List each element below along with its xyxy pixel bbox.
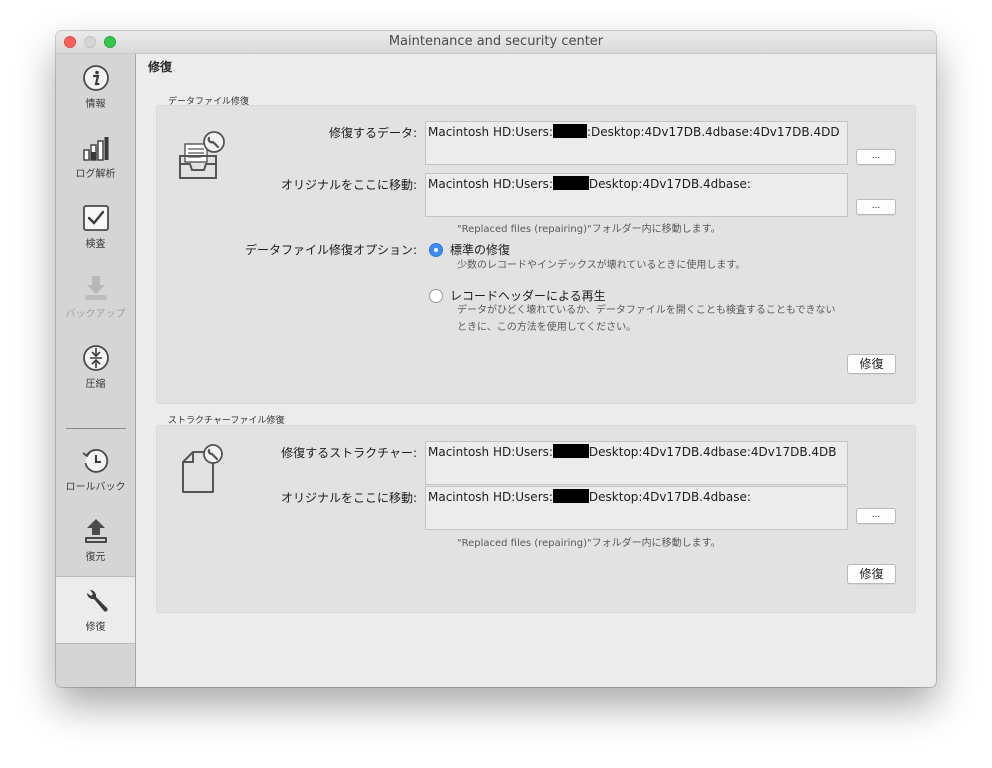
sidebar-item-label: バックアップ [65, 309, 126, 320]
compress-icon [82, 345, 109, 371]
path-suffix: Desktop:4Dv17DB.4dbase: [588, 177, 751, 191]
structure-original-move-label: オリジナルをここに移動: [280, 491, 417, 505]
sidebar-item-compact[interactable]: 圧縮 [56, 334, 135, 402]
sidebar-item-info[interactable]: 情報 [56, 54, 135, 122]
sidebar-item-backup[interactable]: バックアップ [56, 264, 135, 332]
repair-data-browse-button[interactable]: ... [856, 149, 896, 165]
option-standard-radio[interactable] [429, 243, 443, 257]
original-move-path-field[interactable]: Macintosh HD:Users: Desktop:4Dv17DB.4dbas… [425, 173, 848, 217]
content-area: 修復 データファイル修復 修復するデータ: Macintosh HD:Users… [136, 54, 936, 687]
structure-repair-panel: 修復するストラクチャー: Macintosh HD:Users: Desktop:… [156, 425, 916, 613]
option-standard-label[interactable]: 標準の修復 [450, 241, 510, 258]
sidebar-item-verify[interactable]: 検査 [56, 194, 135, 262]
sidebar-item-log-analysis[interactable]: ログ解析 [56, 124, 135, 192]
sidebar-item-label: 復元 [85, 552, 106, 563]
sidebar-item-label: ロールバック [65, 482, 126, 493]
repair-structure-button[interactable]: 修復 [847, 564, 896, 584]
upload-icon [84, 519, 107, 543]
sidebar-item-restore[interactable]: 復元 [56, 507, 135, 575]
option-standard-description: 少数のレコードやインデックスが壊れているときに使用します。 [457, 260, 746, 271]
history-icon [81, 448, 108, 473]
download-icon [84, 276, 107, 300]
path-prefix: Macintosh HD:Users: [428, 177, 553, 191]
redacted-username [552, 124, 587, 138]
path-suffix: :Desktop:4Dv17DB.4dbase:4Dv17DB.4DD [586, 125, 840, 139]
structure-original-move-path-field[interactable]: Macintosh HD:Users: Desktop:4Dv17DB.4dbas… [425, 486, 848, 530]
data-repair-panel: 修復するデータ: Macintosh HD:Users: :Desktop:4Dv… [156, 105, 916, 404]
main-window: Maintenance and security center 情報 ログ解析 [56, 31, 936, 687]
redacted-username [552, 176, 589, 190]
option-record-header-description-2: ときに、この方法を使用してください。 [457, 322, 637, 333]
repair-options-label: データファイル修復オプション: [244, 243, 417, 257]
path-suffix: Desktop:4Dv17DB.4dbase:4Dv17DB.4DB [588, 445, 837, 459]
path-prefix: Macintosh HD:Users: [428, 490, 553, 504]
option-record-header-radio[interactable] [429, 289, 443, 303]
sidebar: 情報 ログ解析 検査 バックアップ 圧縮 ロールバック 復元 修復 [56, 54, 136, 687]
checkbox-icon [82, 205, 109, 231]
title-bar: Maintenance and security center [56, 31, 936, 54]
window-title: Maintenance and security center [388, 34, 604, 49]
structure-original-browse-button[interactable]: ... [856, 508, 896, 524]
bar-chart-icon [82, 137, 108, 161]
sidebar-item-label: ログ解析 [75, 169, 116, 180]
redacted-username [552, 489, 589, 503]
path-suffix: Desktop:4Dv17DB.4dbase: [588, 490, 751, 504]
sidebar-divider [66, 428, 126, 429]
option-record-header-description-1: データがひどく壊れているか、データファイルを開くことも検査することもできない [457, 305, 836, 316]
repair-structure-path-field[interactable]: Macintosh HD:Users: Desktop:4Dv17DB.4dbas… [425, 441, 848, 485]
path-prefix: Macintosh HD:Users: [428, 445, 553, 459]
path-prefix: Macintosh HD:Users: [428, 125, 553, 139]
sidebar-item-label: 情報 [85, 99, 106, 110]
redacted-username [552, 444, 589, 458]
original-move-browse-button[interactable]: ... [856, 199, 896, 215]
wrench-icon [86, 589, 108, 612]
repair-structure-label: 修復するストラクチャー: [281, 446, 417, 460]
repair-data-button[interactable]: 修復 [847, 354, 896, 374]
info-icon [82, 65, 109, 91]
original-move-label: オリジナルをここに移動: [280, 178, 417, 192]
structure-move-hint: "Replaced files (repairing)"フォルダー内に移動します… [457, 538, 721, 549]
page-title: 修復 [148, 60, 173, 74]
sidebar-item-rollback[interactable]: ロールバック [56, 437, 135, 505]
move-hint: "Replaced files (repairing)"フォルダー内に移動します… [457, 224, 721, 235]
repair-data-path-field[interactable]: Macintosh HD:Users: :Desktop:4Dv17DB.4dba… [425, 121, 848, 165]
sidebar-item-label: 検査 [85, 239, 106, 250]
repair-data-label: 修復するデータ: [328, 126, 417, 140]
sidebar-item-label: 圧縮 [85, 379, 106, 390]
sidebar-item-repair[interactable]: 修復 [56, 576, 135, 644]
sidebar-item-label: 修復 [85, 622, 106, 633]
